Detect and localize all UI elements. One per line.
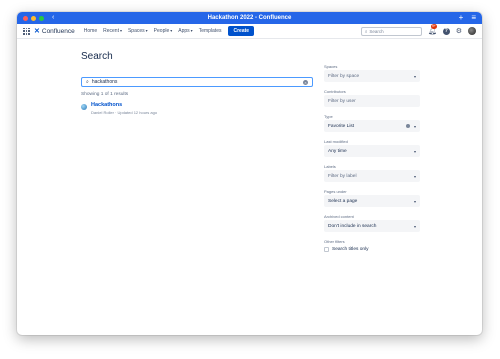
search-icon: ⌕ <box>86 79 89 85</box>
title-bar: ‹ Hackathon 2022 - Confluence + ≡ <box>17 12 482 24</box>
chevron-down-icon: ▾ <box>413 223 416 229</box>
type-filter-select[interactable]: Favorite List ▾ <box>324 120 420 132</box>
global-search-input[interactable]: ⌕ Search <box>360 26 422 36</box>
archived-filter-select[interactable]: Don't include in search ▾ <box>324 220 420 232</box>
results-summary: Showing 1 of 1 results <box>81 92 129 97</box>
chevron-down-icon: ▾ <box>170 28 173 33</box>
spaces-filter-select[interactable]: Filter by space ▾ <box>324 70 420 82</box>
chevron-down-icon: ▾ <box>190 28 193 33</box>
nav-right-tools: ⌕ Search 🔔︎ 9+ ? ⚙ <box>360 24 476 36</box>
minimize-window-button[interactable] <box>31 15 36 21</box>
nav-recent[interactable]: Recent▾ <box>103 28 122 34</box>
back-arrow-icon[interactable]: ‹ <box>52 12 54 24</box>
browser-window: ‹ Hackathon 2022 - Confluence + ≡ ✕ Conf… <box>17 12 482 335</box>
search-titles-only-checkbox[interactable] <box>324 247 329 252</box>
chevron-down-icon: ▾ <box>119 28 122 33</box>
title-bar-actions: + ≡ <box>459 12 476 24</box>
nav-apps-label: Apps <box>178 28 190 34</box>
clear-type-icon[interactable] <box>405 124 410 128</box>
result-text: Hackathons Daniel Roller · Updated 12 ho… <box>91 102 157 115</box>
pages-under-filter-value: Select a page <box>328 198 358 204</box>
screen: ‹ Hackathon 2022 - Confluence + ≡ ✕ Conf… <box>0 0 500 359</box>
notifications-bell-icon[interactable]: 🔔︎ 9+ <box>428 24 437 35</box>
nav-recent-label: Recent <box>103 28 119 34</box>
chevron-down-icon: ▾ <box>413 173 416 179</box>
search-icon: ⌕ <box>364 28 368 34</box>
logo-text: Confluence <box>41 27 75 35</box>
search-query-value: hackathons <box>91 79 118 85</box>
result-title[interactable]: Hackathons <box>91 102 157 108</box>
chevron-down-icon: ▾ <box>413 73 416 79</box>
close-window-button[interactable] <box>23 15 28 21</box>
last-modified-filter-select[interactable]: Any time ▾ <box>324 145 420 157</box>
search-placeholder: Search <box>369 28 384 34</box>
search-titles-only-option[interactable]: Search titles only <box>324 247 420 252</box>
chevron-down-icon: ▾ <box>413 198 416 204</box>
nav-people-label: People <box>153 28 170 34</box>
filters-panel: Spaces Filter by space ▾ Contributors Fi… <box>324 64 420 252</box>
menu-icon[interactable]: ≡ <box>471 12 476 24</box>
nav-spaces[interactable]: Spaces▾ <box>128 28 148 34</box>
gear-icon[interactable]: ⚙ <box>456 27 462 35</box>
app-switcher-icon[interactable] <box>23 27 30 35</box>
spaces-filter-value: Filter by space <box>328 73 360 79</box>
nav-apps[interactable]: Apps▾ <box>178 28 192 34</box>
result-meta: Daniel Roller · Updated 12 hours ago <box>91 110 158 115</box>
chevron-down-icon: ▾ <box>413 123 416 129</box>
labels-filter-value: Filter by label <box>328 173 357 179</box>
search-titles-only-label: Search titles only <box>332 247 369 252</box>
space-avatar-icon <box>81 104 87 110</box>
nav-home-label: Home <box>83 28 98 34</box>
zoom-window-button[interactable] <box>39 15 44 21</box>
result-item[interactable]: Hackathons Daniel Roller · Updated 12 ho… <box>81 102 157 115</box>
page-title: Search <box>81 51 113 62</box>
create-button[interactable]: Create <box>228 26 255 36</box>
top-navigation: ✕ Confluence Home Recent▾ Spaces▾ People… <box>17 24 482 39</box>
window-title: Hackathon 2022 - Confluence <box>207 15 292 21</box>
clear-search-icon[interactable]: × <box>303 79 308 85</box>
nav-home[interactable]: Home <box>84 28 97 34</box>
confluence-logo-icon: ✕ <box>34 28 40 35</box>
pages-under-filter-select[interactable]: Select a page ▾ <box>324 195 420 207</box>
help-icon[interactable]: ? <box>442 27 450 35</box>
labels-filter-select[interactable]: Filter by label ▾ <box>324 170 420 182</box>
traffic-lights <box>23 15 44 21</box>
type-filter-value: Favorite List <box>328 123 355 129</box>
chevron-down-icon: ▾ <box>145 28 148 33</box>
contributors-filter-select[interactable]: Filter by user <box>324 95 420 107</box>
other-filters-label: Other filters <box>324 239 345 244</box>
search-query-input[interactable]: ⌕ hackathons × <box>81 77 313 87</box>
nav-spaces-label: Spaces <box>127 28 145 34</box>
search-page: Search ⌕ hackathons × Showing 1 of 1 res… <box>17 39 482 335</box>
contributors-filter-value: Filter by user <box>328 98 356 104</box>
nav-people[interactable]: People▾ <box>154 28 173 34</box>
confluence-logo[interactable]: ✕ Confluence <box>34 27 75 36</box>
chevron-down-icon: ▾ <box>413 148 416 154</box>
notification-badge: 9+ <box>430 24 437 29</box>
user-avatar[interactable] <box>468 27 476 35</box>
archived-filter-value: Don't include in search <box>328 223 377 229</box>
last-modified-filter-value: Any time <box>328 148 347 154</box>
nav-templates-label: Templates <box>198 28 222 34</box>
nav-templates[interactable]: Templates <box>199 28 222 34</box>
plus-icon[interactable]: + <box>459 12 464 24</box>
